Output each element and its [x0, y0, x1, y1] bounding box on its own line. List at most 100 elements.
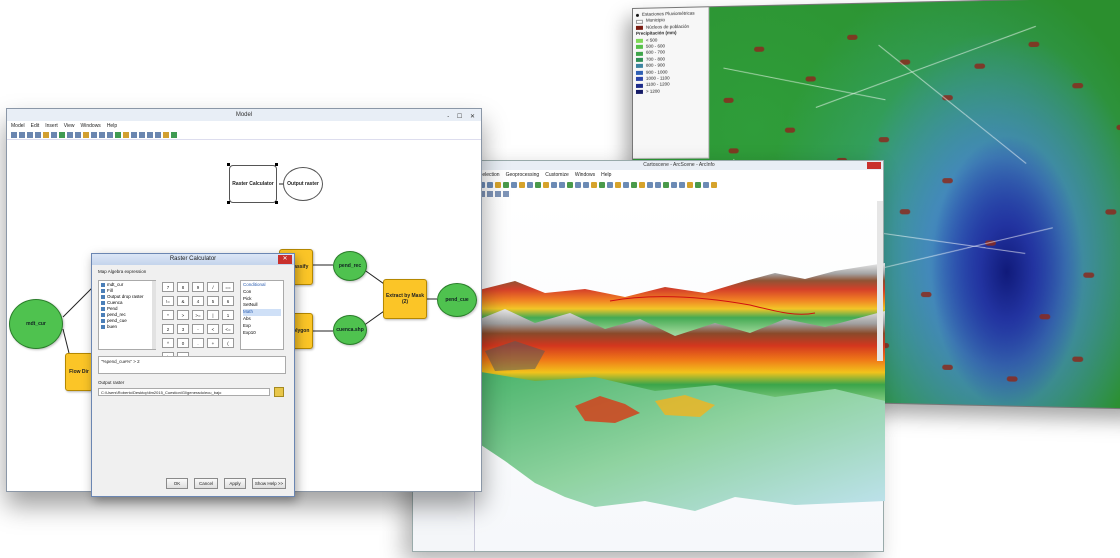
selection-handle[interactable] — [227, 201, 230, 204]
model-menu-windows[interactable]: Windows — [81, 123, 101, 129]
keypad-button[interactable]: < — [207, 324, 219, 334]
tool-icon[interactable] — [495, 191, 501, 197]
tool-icon[interactable] — [487, 191, 493, 197]
tool-icon[interactable] — [107, 131, 113, 138]
tool-icon[interactable] — [163, 131, 169, 138]
tool-icon[interactable] — [67, 131, 73, 138]
function-item[interactable]: Exp10 — [243, 330, 281, 337]
tool-icon[interactable] — [615, 182, 621, 188]
tool-icon[interactable] — [495, 182, 501, 188]
output-raster-input[interactable]: C:\Users\Roberto\Desktop\lim2015_Cuestio… — [98, 388, 270, 396]
scene-menu-customize[interactable]: Customize — [545, 172, 569, 178]
scene-3d-view[interactable] — [475, 201, 885, 551]
tool-icon[interactable] — [687, 182, 693, 188]
tool-icon[interactable] — [583, 182, 589, 188]
function-category[interactable]: Math — [243, 309, 281, 316]
tool-icon[interactable] — [679, 182, 685, 188]
keypad-button[interactable]: 4 — [192, 296, 204, 306]
model-menu-view[interactable]: View — [64, 123, 75, 129]
ok-button[interactable]: OK — [166, 478, 188, 489]
tool-icon[interactable] — [19, 131, 25, 138]
scene-menu-geoprocessing[interactable]: Geoprocessing — [506, 172, 540, 178]
tool-icon[interactable] — [115, 131, 121, 138]
tool-icon[interactable] — [591, 182, 597, 188]
node-mdt-cur[interactable]: mdt_cur — [9, 299, 63, 349]
tool-icon[interactable] — [487, 182, 493, 188]
keypad-button[interactable]: ^ — [162, 338, 174, 348]
tool-icon[interactable] — [559, 182, 565, 188]
keypad-button[interactable]: . — [192, 338, 204, 348]
node-pend-rec[interactable]: pend_rec — [333, 251, 367, 281]
keypad-button[interactable]: ( — [222, 338, 234, 348]
keypad-button[interactable]: 7 — [162, 282, 174, 292]
keypad-button[interactable]: | — [207, 310, 219, 320]
cancel-button[interactable]: Cancel — [194, 478, 218, 489]
tool-icon[interactable] — [51, 131, 57, 138]
function-item[interactable]: Abs — [243, 316, 281, 323]
keypad-button[interactable]: == — [222, 282, 234, 292]
tool-icon[interactable] — [639, 182, 645, 188]
selection-handle[interactable] — [275, 163, 278, 166]
tool-icon[interactable] — [123, 131, 129, 138]
keypad-button[interactable]: 6 — [222, 296, 234, 306]
expression-input[interactable]: "%pend_cue%" > 2 — [98, 356, 286, 374]
tool-icon[interactable] — [11, 131, 17, 138]
keypad-button[interactable]: - — [192, 324, 204, 334]
selection-handle[interactable] — [275, 201, 278, 204]
keypad-button[interactable]: 8 — [177, 282, 189, 292]
keypad-button[interactable]: 3 — [177, 324, 189, 334]
tool-icon[interactable] — [543, 182, 549, 188]
tool-icon[interactable] — [527, 182, 533, 188]
tool-icon[interactable] — [567, 182, 573, 188]
node-raster-calculator[interactable]: Raster Calculator — [229, 165, 277, 203]
keypad-button[interactable]: != — [162, 296, 174, 306]
function-category[interactable]: Conditional — [243, 282, 281, 289]
tool-icon[interactable] — [503, 182, 509, 188]
keypad-button[interactable]: 1 — [222, 310, 234, 320]
tool-icon[interactable] — [147, 131, 153, 138]
model-menu-model[interactable]: Model — [11, 123, 25, 129]
model-menu-insert[interactable]: Insert — [45, 123, 58, 129]
keypad-button[interactable]: 5 — [207, 296, 219, 306]
layer-list-scrollbar[interactable] — [152, 281, 156, 349]
show-help-button[interactable]: Show Help >> — [252, 478, 286, 489]
tool-icon[interactable] — [607, 182, 613, 188]
keypad-button[interactable]: > — [177, 310, 189, 320]
function-item[interactable]: SetNull — [243, 302, 281, 309]
tool-icon[interactable] — [663, 182, 669, 188]
function-item[interactable]: Con — [243, 289, 281, 296]
tool-icon[interactable] — [27, 131, 33, 138]
node-cuenca-shp[interactable]: cuenca.shp — [333, 315, 367, 345]
keypad-button[interactable]: + — [207, 338, 219, 348]
model-menu-help[interactable]: Help — [107, 123, 117, 129]
keypad-button[interactable]: <= — [222, 324, 234, 334]
tool-icon[interactable] — [703, 182, 709, 188]
tool-icon[interactable] — [599, 182, 605, 188]
model-canvas[interactable]: Raster Calculator Output raster mdt_cur … — [7, 141, 481, 497]
node-extract-by-mask[interactable]: Extract by Mask (2) — [383, 279, 427, 319]
keypad-button[interactable]: 0 — [177, 338, 189, 348]
tool-icon[interactable] — [519, 182, 525, 188]
tool-icon[interactable] — [551, 182, 557, 188]
node-pend-cue[interactable]: pend_cue — [437, 283, 477, 317]
tool-icon[interactable] — [711, 182, 717, 188]
tool-icon[interactable] — [99, 131, 105, 138]
node-output-raster[interactable]: Output raster — [283, 167, 323, 201]
tool-icon[interactable] — [155, 131, 161, 138]
dialog-close-button[interactable]: ✕ — [278, 255, 292, 264]
tool-icon[interactable] — [75, 131, 81, 138]
tool-icon[interactable] — [91, 131, 97, 138]
model-menu-edit[interactable]: Edit — [31, 123, 40, 129]
tool-icon[interactable] — [35, 131, 41, 138]
selection-handle[interactable] — [227, 163, 230, 166]
keypad-button[interactable]: * — [162, 310, 174, 320]
tool-icon[interactable] — [139, 131, 145, 138]
tool-icon[interactable] — [83, 131, 89, 138]
window-controls[interactable]: - ☐ ✕ — [447, 111, 478, 123]
keypad-button[interactable]: >= — [192, 310, 204, 320]
node-flow-dir[interactable]: Flow Dir — [65, 353, 93, 391]
browse-folder-icon[interactable] — [274, 387, 284, 397]
keypad-button[interactable]: & — [177, 296, 189, 306]
tool-icon[interactable] — [171, 131, 177, 138]
tool-icon[interactable] — [131, 131, 137, 138]
